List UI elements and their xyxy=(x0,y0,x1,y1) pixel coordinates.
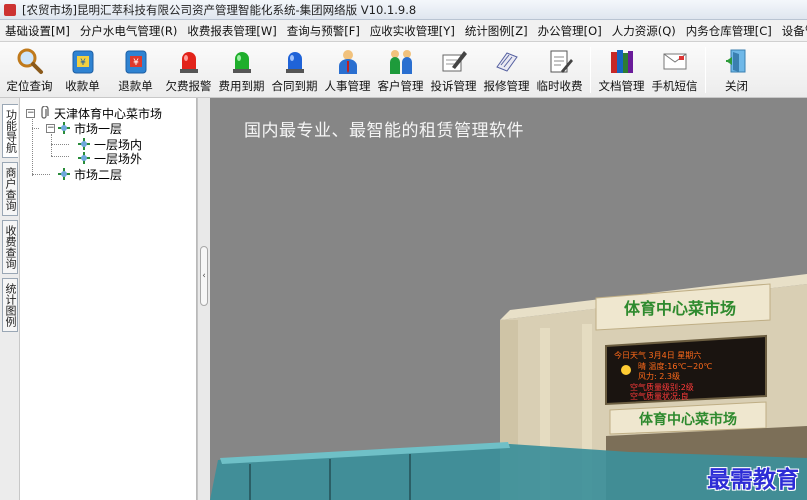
document-management-label: 文档管理 xyxy=(598,79,645,93)
menu-bar: 基础设置[M] 分户水电气管理(R) 收费报表管理[W] 查询与预警[F] 应收… xyxy=(0,20,807,42)
red-alarm-icon xyxy=(174,46,204,76)
svg-text:¥: ¥ xyxy=(133,58,139,68)
refund-icon: ¥ xyxy=(121,46,151,76)
customer-management-label: 客户管理 xyxy=(377,79,424,93)
market-building-illustration: 体育中心菜市场 今日天气 3月4日 星期六 晴 温度:16℃~20℃ 风力: 2… xyxy=(210,274,807,500)
title-bar: [农贸市场]昆明汇萃科技有限公司资产管理智能化系统-集团网络版 V10.1.9.… xyxy=(0,0,807,20)
led-line-5: 空气质量状况:良 xyxy=(630,391,689,401)
hr-management-label: 人事管理 xyxy=(324,79,371,93)
contract-expiry-button[interactable]: 合同到期 xyxy=(268,42,321,98)
node-icon xyxy=(58,168,70,180)
blue-alarm-icon xyxy=(280,46,310,76)
document-management-button[interactable]: 文档管理 xyxy=(595,42,648,98)
tree-node-floor1-label: 市场一层 xyxy=(74,121,123,136)
app-icon xyxy=(4,3,16,16)
collapse-panel-handle[interactable]: ‹ xyxy=(200,246,208,306)
notepad-icon xyxy=(545,46,575,76)
person-icon xyxy=(333,46,363,76)
menu-receivables[interactable]: 应收实收管理[Y] xyxy=(365,20,460,41)
menu-utility-management[interactable]: 分户水电气管理(R) xyxy=(75,20,182,41)
people-icon xyxy=(386,46,416,76)
tree-node-floor1-out[interactable]: 一层场外 xyxy=(78,150,142,166)
refund-button[interactable]: ¥ 退款单 xyxy=(109,42,162,98)
locate-query-label: 定位查询 xyxy=(6,79,53,93)
contract-expiry-label: 合同到期 xyxy=(271,79,318,93)
green-alarm-icon xyxy=(227,46,257,76)
bottom-sign-text: 体育中心菜市场 xyxy=(639,411,737,428)
sms-button[interactable]: 手机短信 xyxy=(648,42,701,98)
locate-query-button[interactable]: 定位查询 xyxy=(3,42,56,98)
menu-statistics[interactable]: 统计图例[Z] xyxy=(460,20,533,41)
tree-node-floor1-out-label: 一层场外 xyxy=(94,151,143,166)
pen-icon xyxy=(439,46,469,76)
node-icon xyxy=(78,138,90,150)
menu-warehouse[interactable]: 内务仓库管理[C] xyxy=(681,20,777,41)
main-content: 国内最专业、最智能的租赁管理软件 体育中心菜市场 今日天气 3月4日 星期六 晴… xyxy=(210,98,807,500)
tree-node-floor2[interactable]: 市场二层 xyxy=(58,166,122,182)
menu-equipment[interactable]: 设备管 xyxy=(777,20,807,41)
tree-node-floor2-label: 市场二层 xyxy=(74,167,123,182)
toolbar-separator xyxy=(590,47,591,93)
panel-splitter[interactable]: ‹ xyxy=(197,98,210,500)
side-tab-strip: 功能导航 商户查询 收费查询 统计图例 xyxy=(0,98,20,500)
toolbar: 定位查询 ¥ 收款单 ¥ 退款单 欠费报警 费用到期 合同到期 人事管理 客户管… xyxy=(0,42,807,98)
temp-charge-button[interactable]: 临时收费 xyxy=(533,42,586,98)
led-line-3: 风力: 2.3级 xyxy=(638,371,680,381)
tab-fee-query[interactable]: 收费查询 xyxy=(2,220,18,274)
books-icon xyxy=(607,46,637,76)
collapse-toggle[interactable]: − xyxy=(26,108,35,118)
collapse-toggle[interactable]: − xyxy=(46,123,55,133)
tab-statistics[interactable]: 统计图例 xyxy=(2,278,18,332)
temp-charge-label: 临时收费 xyxy=(536,79,583,93)
tree-connector xyxy=(32,128,39,129)
customer-management-button[interactable]: 客户管理 xyxy=(374,42,427,98)
tree-connector xyxy=(51,144,69,145)
exit-icon xyxy=(722,46,752,76)
menu-office[interactable]: 办公管理[O] xyxy=(533,20,607,41)
tab-merchant-query[interactable]: 商户查询 xyxy=(2,162,18,216)
led-line-1: 今日天气 3月4日 星期六 xyxy=(614,350,701,360)
arrears-alarm-label: 欠费报警 xyxy=(165,79,212,93)
repair-management-button[interactable]: 报修管理 xyxy=(480,42,533,98)
arrears-alarm-button[interactable]: 欠费报警 xyxy=(162,42,215,98)
node-icon xyxy=(58,122,70,134)
svg-text:¥: ¥ xyxy=(80,58,86,68)
tree-connector xyxy=(32,174,50,175)
fee-expiry-label: 费用到期 xyxy=(218,79,265,93)
watermark-text: 最需教育 xyxy=(707,466,799,493)
complaint-management-label: 投诉管理 xyxy=(430,79,477,93)
sms-icon xyxy=(660,46,690,76)
fee-expiry-button[interactable]: 费用到期 xyxy=(215,42,268,98)
node-icon xyxy=(78,152,90,164)
menu-query-alerts[interactable]: 查询与预警[F] xyxy=(282,20,365,41)
repair-management-label: 报修管理 xyxy=(483,79,530,93)
tree-connector xyxy=(51,134,52,156)
refund-label: 退款单 xyxy=(118,79,153,93)
led-line-4: 空气质量级别:2级 xyxy=(630,382,694,392)
menu-fee-reports[interactable]: 收费报表管理[W] xyxy=(182,20,281,41)
tree-connector xyxy=(32,114,33,176)
tab-function-nav[interactable]: 功能导航 xyxy=(2,104,18,158)
tree-node-floor1[interactable]: − 市场一层 xyxy=(46,120,122,136)
hr-management-button[interactable]: 人事管理 xyxy=(321,42,374,98)
menu-basic-settings[interactable]: 基础设置[M] xyxy=(0,20,75,41)
close-label: 关闭 xyxy=(725,79,748,93)
menu-hr[interactable]: 人力资源(Q) xyxy=(607,20,681,41)
receipt-label: 收款单 xyxy=(65,79,100,93)
window-title: [农贸市场]昆明汇萃科技有限公司资产管理智能化系统-集团网络版 V10.1.9.… xyxy=(22,2,417,17)
tree-connector xyxy=(51,156,69,157)
receipt-button[interactable]: ¥ 收款单 xyxy=(56,42,109,98)
close-button[interactable]: 关闭 xyxy=(710,42,763,98)
complaint-management-button[interactable]: 投诉管理 xyxy=(427,42,480,98)
led-line-2: 晴 温度:16℃~20℃ xyxy=(638,361,712,371)
toolbar-separator xyxy=(705,47,706,93)
repair-icon xyxy=(492,46,522,76)
navigation-tree: − 天津体育中心菜市场 − 市场一层 一层场内 一层场外 市场二层 xyxy=(20,98,197,500)
receipt-icon: ¥ xyxy=(68,46,98,76)
paperclip-icon xyxy=(41,106,49,119)
top-sign-text: 体育中心菜市场 xyxy=(624,299,736,318)
sms-label: 手机短信 xyxy=(651,79,698,93)
magnifier-icon xyxy=(15,46,45,76)
